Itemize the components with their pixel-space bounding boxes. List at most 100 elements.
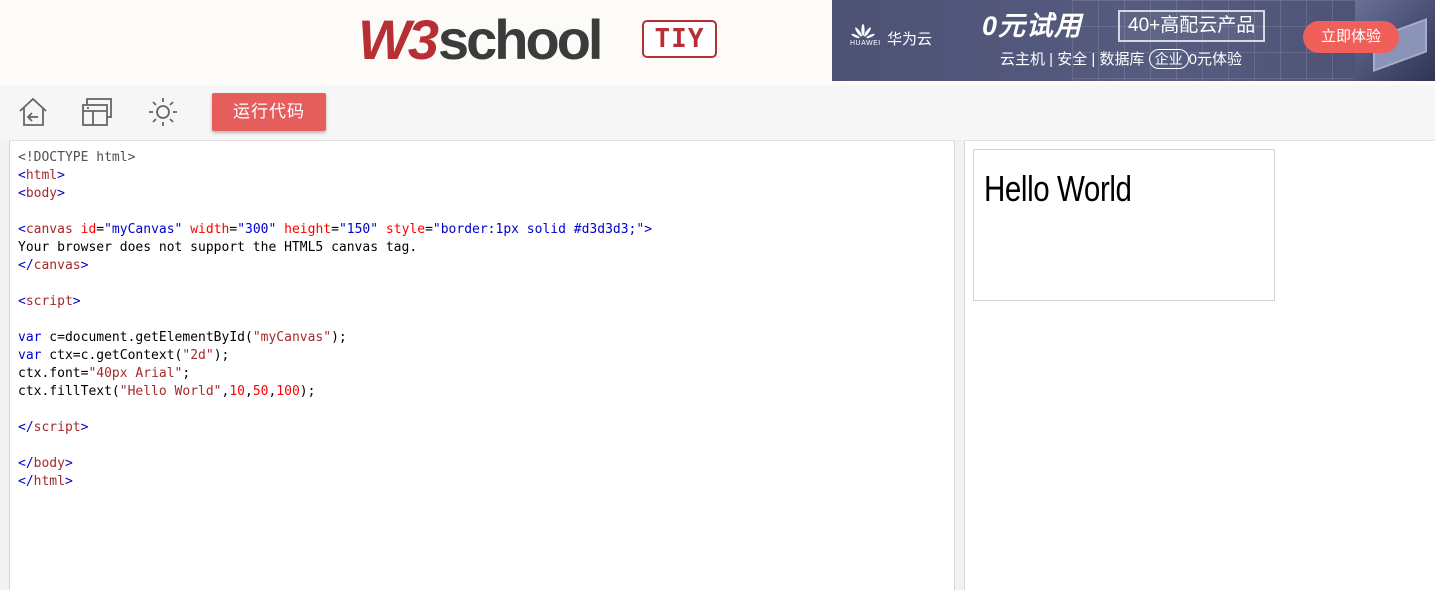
code-line: <script> [18,293,652,311]
code-line: var ctx=c.getContext("2d"); [18,347,652,365]
code-editor[interactable]: <!DOCTYPE html> <html> <body> <canvas id="… [9,140,955,590]
code-line: <html> [18,167,652,185]
code-line: <body> [18,185,652,203]
code-token: ctx.font= [18,366,89,381]
tiy-badge: TIY [642,20,717,58]
code-token: , [244,384,253,399]
code-line: ctx.font="40px Arial"; [18,365,652,383]
code-token: ; [182,366,191,381]
code-line: </canvas> [18,257,652,275]
code-token: "myCanvas" [252,330,332,345]
code-token: var [18,348,42,363]
code-text[interactable]: <!DOCTYPE html> <html> <body> <canvas id="… [18,149,652,491]
ad-brand: 华为云 [887,31,933,48]
huawei-cloud-ad-banner[interactable]: HUAWEI 华为云 0元试用 40+高配云产品 云主机 | 安全 | 数据库 … [832,0,1435,81]
panel-resize-handle[interactable] [955,140,964,590]
run-code-button[interactable]: 运行代码 [212,93,326,131]
code-token: > [644,222,653,237]
code-token: ); [331,330,347,345]
ad-sub-right: 0元体验 [1188,51,1242,68]
code-line: <!DOCTYPE html> [18,149,652,167]
code-token: </ [18,474,34,489]
code-token: Your browser does not support the HTML5 … [18,240,418,255]
code-token: <!DOCTYPE html> [18,150,136,165]
logo-w3: W3 [358,8,439,71]
code-token: ); [213,348,230,363]
ad-headline: 0元试用 [982,11,1083,41]
code-line: ctx.fillText("Hello World",10,50,100); [18,383,652,401]
w3school-logo[interactable]: W3 school [358,8,603,72]
code-token: c=document.getElementById( [41,330,253,345]
code-token: body [33,456,65,471]
code-token: "Hello World" [119,384,222,399]
ad-sub-left: 云主机 | 安全 | 数据库 [1000,51,1145,68]
code-token: "150" [338,222,379,237]
code-token: </ [18,456,34,471]
code-token: </ [18,258,34,273]
code-line: Your browser does not support the HTML5 … [18,239,652,257]
ad-product-count: 40+高配云产品 [1118,10,1266,42]
code-token: < [18,186,26,201]
result-panel: Hello World [964,140,1435,590]
code-token: script [25,294,73,309]
logo-school: school [438,8,603,71]
workspace: <!DOCTYPE html> <html> <body> <canvas id="… [0,140,1435,590]
code-token: script [33,420,81,435]
code-token: > [80,420,89,435]
code-token: 10 [229,384,245,399]
code-token: < [18,294,26,309]
code-token: ctx.fillText( [18,384,120,399]
code-token: > [57,168,65,183]
code-token: = [229,222,238,237]
code-token: "border:1px solid #d3d3d3;" [432,222,645,237]
code-token: 100 [276,384,300,399]
code-token: > [64,474,73,489]
code-line: </script> [18,419,652,437]
code-token: canvas [33,258,81,273]
code-token: "myCanvas" [104,222,183,237]
ad-cta-button[interactable]: 立即体验 [1303,21,1399,53]
code-token: html [33,474,65,489]
code-line: </html> [18,473,652,491]
code-line: </body> [18,455,652,473]
ad-sub-circle: 企业 [1148,49,1189,69]
ad-huawei-wordmark: HUAWEI [850,40,881,47]
code-token: </ [18,420,34,435]
code-token: < [18,222,26,237]
code-line: <canvas id="myCanvas" width="300" height… [18,221,652,239]
code-token: > [57,186,65,201]
code-token: = [425,222,433,237]
canvas-hello-text: Hello World [984,168,1132,209]
code-token: canvas [25,222,73,237]
code-token: body [25,186,58,201]
code-token: = [96,222,105,237]
home-back-icon[interactable] [16,95,50,129]
code-token: "40px Arial" [88,366,183,381]
site-header: W3 school TIY HUAWEI 华为云 0元试用 40+高配云产品 云… [0,0,1435,85]
sun-theme-icon[interactable] [146,95,180,129]
code-token: = [331,222,339,237]
code-token: "2d" [182,348,214,363]
code-token: > [80,258,89,273]
code-token: width [190,222,230,237]
code-token: 50 [252,384,269,399]
ad-subline: 云主机 | 安全 | 数据库 企业 0元体验 [1000,48,1242,69]
layout-window-icon[interactable] [80,95,114,129]
code-token: > [64,456,73,471]
code-token: var [18,330,42,345]
code-token: "300" [237,222,277,237]
code-token: > [72,294,81,309]
code-token: height [284,222,332,237]
code-token: id [80,222,97,237]
code-token: html [25,168,58,183]
code-token: ctx=c.getContext( [41,348,183,363]
code-token: ); [299,384,316,399]
